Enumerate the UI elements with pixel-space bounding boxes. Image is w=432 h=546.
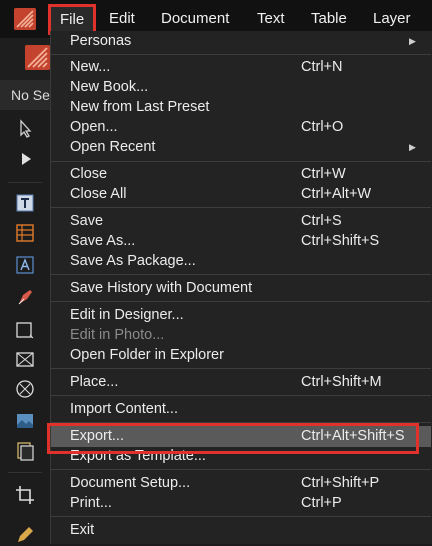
menu-item-document-setup[interactable]: Document Setup... Ctrl+Shift+P — [51, 473, 431, 493]
menu-item-exit[interactable]: Exit — [51, 520, 431, 540]
rectangle-icon[interactable] — [14, 318, 36, 340]
app-logo-icon — [14, 8, 36, 30]
node-icon[interactable] — [14, 148, 36, 170]
menu-item-export[interactable]: Export... Ctrl+Alt+Shift+S — [51, 426, 431, 447]
menu-item-save-as[interactable]: Save As... Ctrl+Shift+S — [51, 231, 431, 251]
file-menu-dropdown: Personas ▶ New... Ctrl+N New Book... New… — [50, 31, 432, 544]
place-icon[interactable] — [14, 440, 36, 462]
menu-item-save[interactable]: Save Ctrl+S — [51, 211, 431, 231]
ellipse-icon[interactable] — [14, 378, 36, 400]
pencil-icon[interactable] — [14, 524, 36, 546]
menu-item-save-history[interactable]: Save History with Document — [51, 278, 431, 298]
tools-panel — [0, 110, 51, 544]
menu-item-new-book[interactable]: New Book... — [51, 77, 431, 97]
table-icon[interactable] — [14, 222, 36, 244]
pointer-icon[interactable] — [14, 118, 36, 140]
menu-item-save-as-package[interactable]: Save As Package... — [51, 251, 431, 271]
image-icon[interactable] — [14, 410, 36, 432]
menu-item-new[interactable]: New... Ctrl+N — [51, 57, 431, 77]
menu-item-print[interactable]: Print... Ctrl+P — [51, 493, 431, 513]
menu-item-personas[interactable]: Personas ▶ — [51, 31, 431, 51]
pen-icon[interactable] — [14, 286, 36, 308]
menu-item-open[interactable]: Open... Ctrl+O — [51, 117, 431, 137]
menu-item-open-recent[interactable]: Open Recent ▶ — [51, 137, 431, 157]
artistic-text-icon[interactable] — [14, 254, 36, 276]
menu-item-edit-in-photo: Edit in Photo... — [70, 327, 165, 343]
menu-item-edit-in-designer[interactable]: Edit in Designer... — [51, 305, 431, 325]
menu-item-close[interactable]: Close Ctrl+W — [51, 164, 431, 184]
context-no-selection: No Se — [0, 80, 50, 110]
menu-item-open-folder[interactable]: Open Folder in Explorer — [51, 345, 431, 365]
picture-frame-icon[interactable] — [14, 348, 36, 370]
menu-item-close-all[interactable]: Close All Ctrl+Alt+W — [51, 184, 431, 204]
submenu-arrow-icon: ▶ — [409, 142, 416, 152]
menu-item-export-template[interactable]: Export as Template... — [51, 446, 431, 466]
persona-logo-icon[interactable] — [25, 45, 50, 70]
crop-icon[interactable] — [14, 484, 36, 506]
menu-item-place[interactable]: Place... Ctrl+Shift+M — [51, 372, 431, 392]
menu-item-new-from-preset[interactable]: New from Last Preset — [51, 97, 431, 117]
submenu-arrow-icon: ▶ — [409, 36, 416, 46]
text-frame-icon[interactable] — [14, 192, 36, 214]
menu-item-import-content[interactable]: Import Content... — [51, 399, 431, 419]
